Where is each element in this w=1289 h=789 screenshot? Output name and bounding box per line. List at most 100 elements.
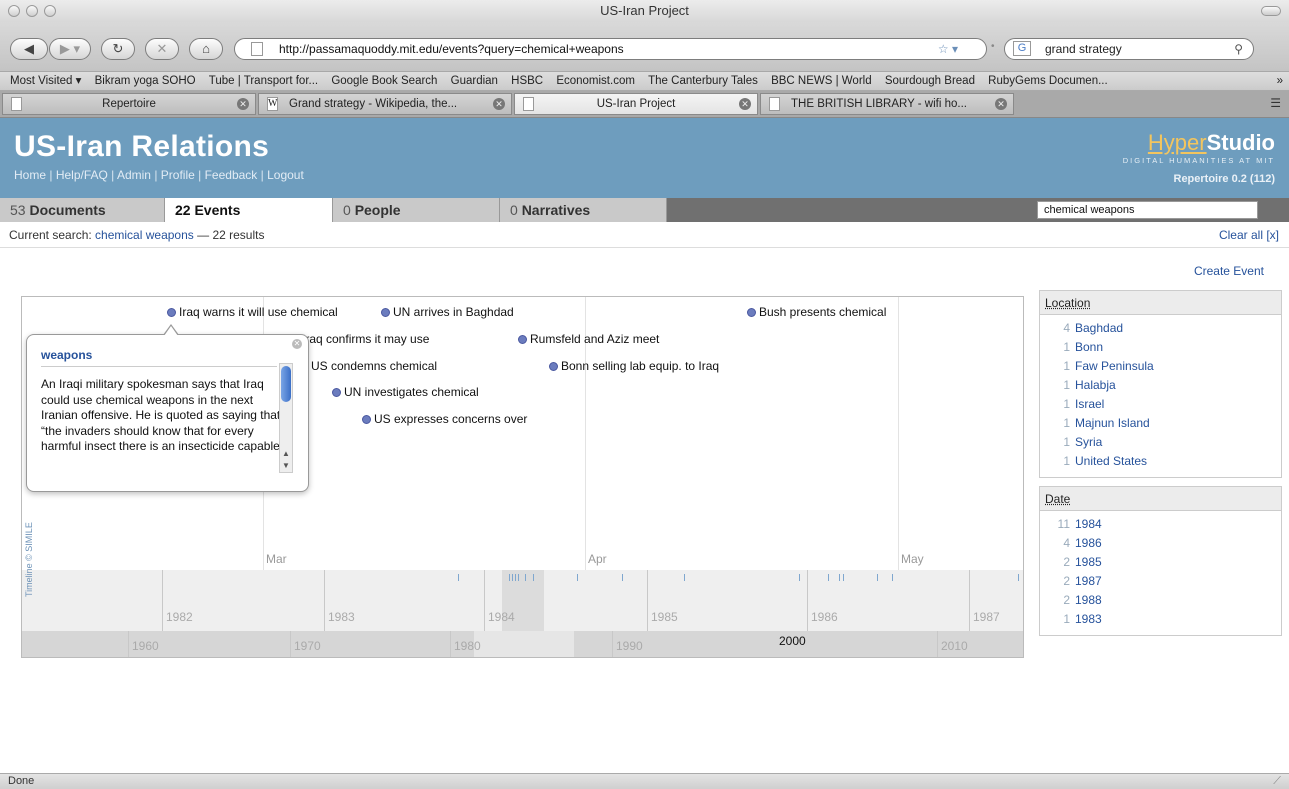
- timeline-event[interactable]: Rumsfeld and Aziz meet: [518, 332, 659, 346]
- stop-icon[interactable]: ✕: [145, 38, 179, 60]
- close-tab-icon[interactable]: ✕: [739, 98, 751, 110]
- browser-tab[interactable]: W Grand strategy - Wikipedia, the... ✕: [258, 93, 512, 115]
- year-band[interactable]: 1982 1983 1984 1985 1986 1987: [22, 570, 1023, 631]
- nav-admin[interactable]: Admin: [117, 168, 151, 182]
- decade-label: 2010: [941, 639, 968, 653]
- year-label: 1983: [328, 610, 355, 624]
- search-icon[interactable]: ⚲: [1234, 39, 1243, 59]
- bookmark-item[interactable]: Google Book Search: [331, 75, 437, 87]
- bookmarks-overflow-icon[interactable]: »: [1277, 72, 1283, 90]
- facet-item[interactable]: 1 United States: [1040, 452, 1281, 471]
- bookmark-item[interactable]: Tube | Transport for...: [209, 75, 318, 87]
- hyperstudio-logo[interactable]: HyperStudio DIGITAL HUMANITIES AT MIT Re…: [1123, 130, 1275, 185]
- year-label: 1986: [811, 610, 838, 624]
- tab-events[interactable]: 22 Events: [165, 198, 333, 222]
- nav-home[interactable]: Home: [14, 168, 46, 182]
- close-popup-icon[interactable]: ✕: [292, 339, 302, 349]
- app-nav: Home | Help/FAQ | Admin | Profile | Feed…: [14, 168, 304, 182]
- search-input[interactable]: chemical weapons: [1037, 201, 1258, 219]
- forward-button[interactable]: ▶ ▾: [49, 38, 91, 60]
- current-search-query[interactable]: chemical weapons: [95, 228, 194, 242]
- navigation-toolbar: ◀ ▶ ▾ ↻ ✕ ⌂ http://passamaquoddy.mit.edu…: [0, 22, 1289, 72]
- facet-title: Date: [1040, 487, 1281, 511]
- bookmark-item[interactable]: Economist.com: [556, 75, 635, 87]
- close-tab-icon[interactable]: ✕: [493, 98, 505, 110]
- timeline-event[interactable]: Iraq confirms it may use: [290, 332, 429, 346]
- facet-item[interactable]: 2 1985: [1040, 553, 1281, 572]
- page-title: US-Iran Relations: [14, 130, 270, 163]
- close-tab-icon[interactable]: ✕: [237, 98, 249, 110]
- month-label: May: [901, 552, 924, 566]
- nav-logout[interactable]: Logout: [267, 168, 304, 182]
- bookmark-item[interactable]: HSBC: [511, 75, 543, 87]
- bookmark-item[interactable]: The Canterbury Tales: [648, 75, 758, 87]
- timeline-event[interactable]: Bush presents chemical: [747, 305, 886, 319]
- decade-band[interactable]: 1960 1970 1980 1990 2000 2010: [22, 631, 1023, 657]
- facet-item[interactable]: 1 Syria: [1040, 433, 1281, 452]
- window-title: US-Iran Project: [600, 3, 689, 18]
- timeline-event[interactable]: US condemns chemical: [299, 359, 437, 373]
- timeline-event[interactable]: Bonn selling lab equip. to Iraq: [549, 359, 719, 373]
- facet-item[interactable]: 11 1984: [1040, 515, 1281, 534]
- nav-help[interactable]: Help/FAQ: [56, 168, 108, 182]
- year-label: 1982: [166, 610, 193, 624]
- timeline-event[interactable]: UN investigates chemical: [332, 385, 479, 399]
- bookmark-star-icon[interactable]: ☆ ▾: [938, 39, 958, 59]
- facet-item[interactable]: 1 1983: [1040, 610, 1281, 629]
- facet-item[interactable]: 2 1987: [1040, 572, 1281, 591]
- reload-icon[interactable]: ↻: [101, 38, 135, 60]
- back-button[interactable]: ◀: [10, 38, 48, 60]
- tab-list-icon[interactable]: ☰: [1270, 96, 1281, 110]
- bookmark-item[interactable]: Most Visited ▾: [10, 75, 81, 87]
- facet-item[interactable]: 1 Majnun Island: [1040, 414, 1281, 433]
- browser-tab[interactable]: THE BRITISH LIBRARY - wifi ho... ✕: [760, 93, 1014, 115]
- resize-grip-icon[interactable]: ⟋: [1273, 774, 1281, 789]
- browser-tab-active[interactable]: US-Iran Project ✕: [514, 93, 758, 115]
- separator-icon: •: [991, 41, 995, 52]
- facet-item[interactable]: 1 Faw Peninsula: [1040, 357, 1281, 376]
- version-label: Repertoire 0.2 (112): [1173, 173, 1276, 185]
- home-icon[interactable]: ⌂: [189, 38, 223, 60]
- timeline-event[interactable]: US expresses concerns over: [362, 412, 527, 426]
- clear-all-link[interactable]: Clear all [x]: [1219, 222, 1279, 248]
- bookmark-item[interactable]: RubyGems Documen...: [988, 75, 1108, 87]
- bookmark-item[interactable]: Bikram yoga SOHO: [95, 75, 196, 87]
- tab-documents[interactable]: 53 Documents: [0, 198, 165, 222]
- search-field[interactable]: G grand strategy ⚲: [1004, 38, 1254, 60]
- bookmarks-bar: Most Visited ▾ Bikram yoga SOHO Tube | T…: [0, 72, 1289, 91]
- close-tab-icon[interactable]: ✕: [995, 98, 1007, 110]
- bookmark-item[interactable]: Guardian: [451, 75, 498, 87]
- decade-label: 1980: [454, 639, 481, 653]
- create-event-link[interactable]: Create Event: [1194, 264, 1264, 278]
- nav-feedback[interactable]: Feedback: [205, 168, 258, 182]
- minimize-window-button[interactable]: [26, 5, 38, 17]
- facet-item[interactable]: 4 Baghdad: [1040, 319, 1281, 338]
- bookmark-item[interactable]: BBC NEWS | World: [771, 75, 872, 87]
- browser-tab[interactable]: Repertoire ✕: [2, 93, 256, 115]
- google-engine-icon[interactable]: G: [1013, 41, 1031, 56]
- facet-item[interactable]: 2 1988: [1040, 591, 1281, 610]
- facet-item[interactable]: 1 Israel: [1040, 395, 1281, 414]
- toolbar-toggle-button[interactable]: [1261, 6, 1281, 16]
- timeline-event[interactable]: UN arrives in Baghdad: [381, 305, 514, 319]
- section-tabs: 53 Documents 22 Events 0 People 0 Narrat…: [0, 198, 1289, 222]
- scroll-down-icon[interactable]: ▼: [280, 460, 292, 471]
- result-count: — 22 results: [197, 228, 265, 242]
- timeline-event[interactable]: Iraq warns it will use chemical: [167, 305, 338, 319]
- zoom-window-button[interactable]: [44, 5, 56, 17]
- tab-narratives[interactable]: 0 Narratives: [500, 198, 667, 222]
- tab-people[interactable]: 0 People: [333, 198, 500, 222]
- facet-item[interactable]: 4 1986: [1040, 534, 1281, 553]
- popup-title-link[interactable]: weapons: [41, 348, 277, 367]
- nav-profile[interactable]: Profile: [161, 168, 195, 182]
- close-window-button[interactable]: [8, 5, 20, 17]
- url-bar[interactable]: http://passamaquoddy.mit.edu/events?quer…: [234, 38, 987, 60]
- bookmark-item[interactable]: Sourdough Bread: [885, 75, 975, 87]
- page-icon: [251, 42, 263, 56]
- scrollbar-thumb[interactable]: [281, 366, 291, 402]
- scroll-up-icon[interactable]: ▲: [280, 448, 292, 459]
- browser-tab-strip: Repertoire ✕ W Grand strategy - Wikipedi…: [0, 91, 1289, 118]
- facet-item[interactable]: 1 Bonn: [1040, 338, 1281, 357]
- facet-item[interactable]: 1 Halabja: [1040, 376, 1281, 395]
- popup-scrollbar[interactable]: ▲ ▼: [279, 363, 293, 473]
